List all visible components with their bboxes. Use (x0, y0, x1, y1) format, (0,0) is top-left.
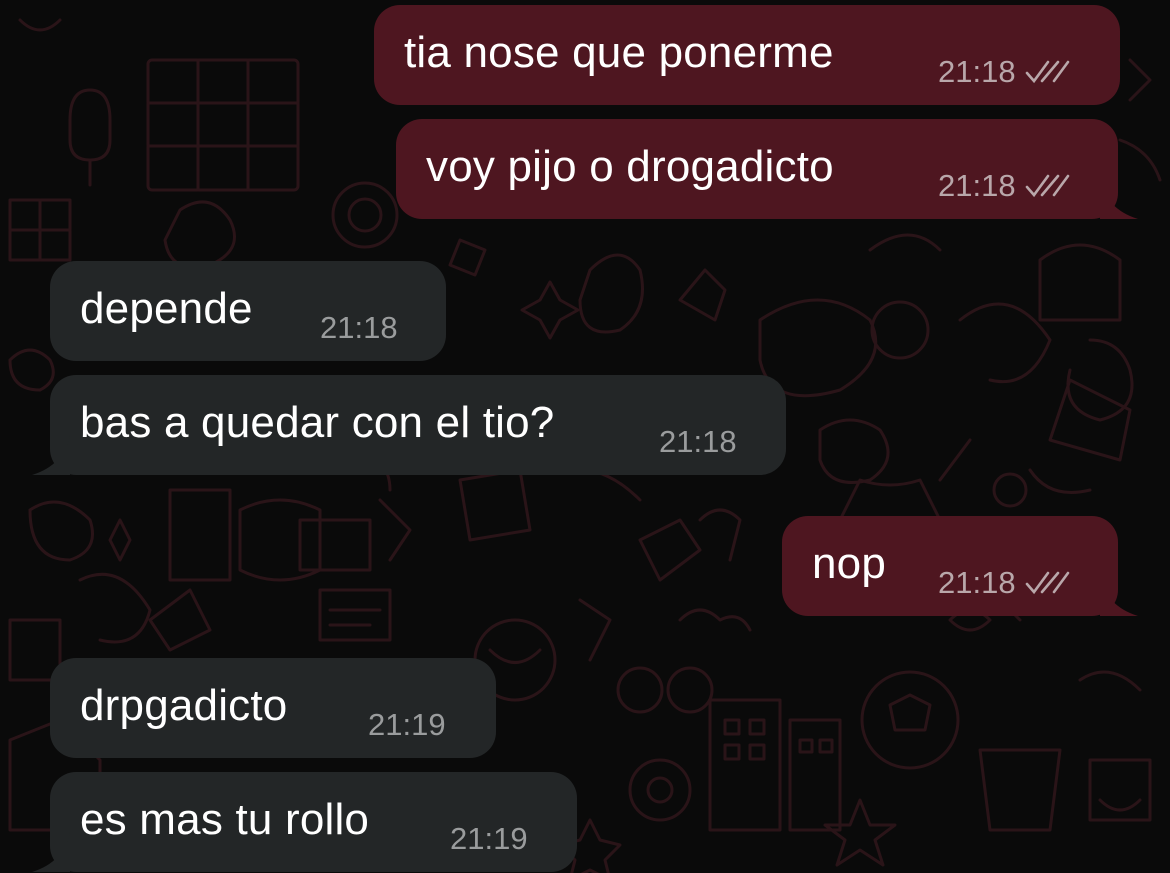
message-time: 21:19 (368, 707, 446, 742)
message-meta: 21:19 (450, 820, 528, 858)
message-meta: 21:18 (320, 309, 398, 347)
bubble-tail (1100, 576, 1138, 616)
bubble-tail (1100, 179, 1138, 219)
message-text: bas a quedar con el tio? (80, 398, 555, 447)
message-bubble-incoming[interactable]: drpgadicto 21:19 (50, 658, 496, 758)
message-text: depende (80, 284, 253, 333)
message-time: 21:18 (938, 54, 1016, 89)
chat-view: tia nose que ponerme 21:18 voy pijo o dr… (0, 0, 1170, 873)
message-time: 21:18 (938, 565, 1016, 600)
message-meta: 21:18 (659, 423, 737, 461)
message-time: 21:18 (659, 424, 737, 459)
message-meta: 21:18 (938, 167, 1070, 205)
message-bubble-incoming[interactable]: es mas tu rollo 21:19 (50, 772, 577, 872)
message-bubble-outgoing[interactable]: nop 21:18 (782, 516, 1118, 616)
message-text: tia nose que ponerme (404, 28, 834, 77)
bubble-tail (30, 435, 70, 475)
message-text: drpgadicto (80, 681, 288, 730)
message-meta: 21:18 (938, 53, 1070, 91)
message-bubble-incoming[interactable]: bas a quedar con el tio? 21:18 (50, 375, 786, 475)
message-text: nop (812, 539, 887, 588)
message-bubble-incoming[interactable]: depende 21:18 (50, 261, 446, 361)
message-meta: 21:18 (938, 564, 1070, 602)
double-check-icon (1024, 570, 1070, 596)
message-time: 21:18 (938, 168, 1016, 203)
bubble-tail (30, 832, 70, 872)
double-check-icon (1024, 173, 1070, 199)
message-time: 21:18 (320, 310, 398, 345)
message-time: 21:19 (450, 821, 528, 856)
message-text: voy pijo o drogadicto (426, 142, 834, 191)
double-check-icon (1024, 59, 1070, 85)
message-meta: 21:19 (368, 706, 446, 744)
message-bubble-outgoing[interactable]: voy pijo o drogadicto 21:18 (396, 119, 1118, 219)
message-text: es mas tu rollo (80, 795, 370, 844)
message-bubble-outgoing[interactable]: tia nose que ponerme 21:18 (374, 5, 1120, 105)
